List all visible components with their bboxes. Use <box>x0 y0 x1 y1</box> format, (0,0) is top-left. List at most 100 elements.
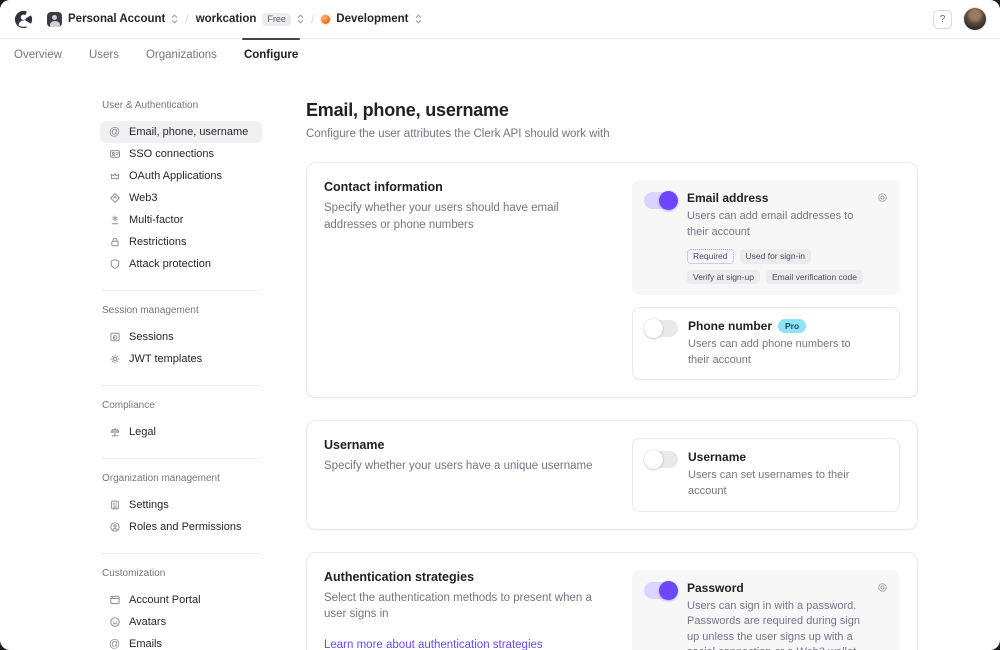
sidebar-item-label: Legal <box>129 426 156 438</box>
sidebar-item-restrictions[interactable]: Restrictions <box>100 231 262 253</box>
sidebar-section-label: Organization management <box>102 473 262 484</box>
sidebar-item-label: JWT templates <box>129 353 202 365</box>
panel-description: Users can add email addresses to their a… <box>687 209 888 240</box>
tab-configure[interactable]: Configure <box>244 39 298 70</box>
sidebar-section-label: Session management <box>102 305 262 316</box>
sidebar-item-jwt-templates[interactable]: JWT templates <box>100 348 262 370</box>
clerk-dashboard-window: Personal Account / workcation Free / Dev… <box>0 0 1000 650</box>
header-actions: ? <box>933 8 986 30</box>
id-card-icon <box>108 148 121 161</box>
sidebar-item-legal[interactable]: Legal <box>100 421 262 443</box>
pro-badge: Pro <box>778 319 806 333</box>
password-toggle[interactable] <box>644 582 677 599</box>
toggle-knob <box>644 450 663 469</box>
toggle-knob <box>644 319 663 338</box>
scales-icon <box>108 426 121 439</box>
sidebar-item-avatars[interactable]: Avatars <box>100 611 262 633</box>
sidebar-section-label: Customization <box>102 568 262 579</box>
help-button[interactable]: ? <box>933 10 952 29</box>
application-switcher-icon[interactable] <box>297 14 304 24</box>
breadcrumb-environment[interactable]: Development <box>321 13 421 25</box>
gear-icon[interactable] <box>876 581 889 594</box>
panel-body: Phone numberProUsers can add phone numbe… <box>688 319 887 368</box>
setting-panel-phone-number: Phone numberProUsers can add phone numbe… <box>632 307 900 380</box>
lock-icon <box>108 236 121 249</box>
card-settings-column: Password Users can sign in with a passwor… <box>632 570 900 650</box>
gear-icon[interactable] <box>876 191 889 204</box>
breadcrumb-account[interactable]: Personal Account <box>47 12 178 27</box>
card-title: Username <box>324 438 598 452</box>
application-name: workcation <box>196 13 257 25</box>
environment-name: Development <box>336 13 408 25</box>
sidebar-section-label: Compliance <box>102 400 262 411</box>
panel-title: Password <box>687 581 744 595</box>
sidebar-item-multi-factor[interactable]: Multi-factor <box>100 209 262 231</box>
card-description-column: Username Specify whether your users have … <box>324 438 602 511</box>
shield-icon <box>108 258 121 271</box>
card-description-column: Contact informationSpecify whether your … <box>324 180 602 380</box>
card-description: Specify whether your users have a unique… <box>324 458 598 475</box>
clerk-logo-icon[interactable] <box>14 10 33 29</box>
breadcrumb-application[interactable]: workcation Free <box>196 13 304 26</box>
content-area: User & Authentication@Email, phone, user… <box>0 70 1000 650</box>
card-authentication-strategies: Authentication strategies Select the auth… <box>306 552 918 650</box>
sidebar-item-email-phone-username[interactable]: @Email, phone, username <box>100 121 262 143</box>
plan-badge: Free <box>262 13 291 26</box>
page-subtitle: Configure the user attributes the Clerk … <box>306 128 918 140</box>
sidebar-item-label: Emails <box>129 638 162 650</box>
user-avatar[interactable] <box>964 8 986 30</box>
sidebar-item-attack-protection[interactable]: Attack protection <box>100 253 262 275</box>
panel-body: Password Users can sign in with a passwor… <box>687 581 888 650</box>
sidebar-item-label: Sessions <box>129 331 174 343</box>
sidebar-item-label: Web3 <box>129 192 158 204</box>
account-switcher-icon[interactable] <box>171 14 178 24</box>
breadcrumb-separator: / <box>311 12 314 26</box>
username-toggle[interactable] <box>645 451 678 468</box>
sidebar-item-settings[interactable]: Settings <box>100 494 262 516</box>
sidebar-item-label: SSO connections <box>129 148 214 160</box>
sidebar-item-emails[interactable]: @ Emails <box>100 633 262 650</box>
sidebar-item-label: Roles and Permissions <box>129 521 242 533</box>
card-contact-information: Contact informationSpecify whether your … <box>306 162 918 398</box>
panel-description: Users can sign in with a password. Passw… <box>687 599 888 650</box>
sidebar-item-sso-connections[interactable]: SSO connections <box>100 143 262 165</box>
building-icon <box>108 499 121 512</box>
page-title: Email, phone, username <box>306 100 918 121</box>
user-circle-icon <box>108 521 121 534</box>
sidebar-item-roles-and-permissions[interactable]: Roles and Permissions <box>100 516 262 538</box>
sidebar-item-label: Restrictions <box>129 236 186 248</box>
toggle-knob <box>659 191 678 210</box>
sidebar-section-label: User & Authentication <box>102 100 262 111</box>
email-address-toggle[interactable] <box>644 192 677 209</box>
tab-overview[interactable]: Overview <box>14 39 62 70</box>
badge-verify-at-sign-up: Verify at sign-up <box>687 270 760 285</box>
sidebar-item-sessions[interactable]: Sessions <box>100 326 262 348</box>
card-title: Authentication strategies <box>324 570 598 584</box>
sidebar-item-label: Email, phone, username <box>129 126 248 138</box>
setting-panel-username: Username Users can set usernames to their… <box>632 438 900 511</box>
sidebar-item-label: Multi-factor <box>129 214 183 226</box>
tab-users[interactable]: Users <box>89 39 119 70</box>
panel-description: Users can set usernames to their account <box>688 468 887 499</box>
environment-switcher-icon[interactable] <box>415 14 422 24</box>
learn-more-link[interactable]: Learn more about authentication strategi… <box>324 639 543 650</box>
sidebar-item-oauth-applications[interactable]: OAuth Applications <box>100 165 262 187</box>
toggle-knob <box>659 581 678 600</box>
panel-badges: RequiredUsed for sign-inVerify at sign-u… <box>687 249 888 284</box>
settings-sidebar: User & Authentication@Email, phone, user… <box>100 100 262 650</box>
setting-panel-email-address: Email addressUsers can add email address… <box>632 180 900 295</box>
at-icon: @ <box>108 638 121 650</box>
account-name: Personal Account <box>68 13 165 25</box>
tab-organizations[interactable]: Organizations <box>146 39 217 70</box>
card-description: Select the authentication methods to pre… <box>324 590 598 623</box>
badge-email-verification-code: Email verification code <box>766 270 863 285</box>
card-settings-column: Email addressUsers can add email address… <box>632 180 900 380</box>
sidebar-item-account-portal[interactable]: Account Portal <box>100 589 262 611</box>
sidebar-item-web3[interactable]: Web3 <box>100 187 262 209</box>
gear-icon <box>108 353 121 366</box>
panel-title: Username <box>688 450 746 464</box>
card-description: Specify whether your users should have e… <box>324 200 598 233</box>
window-refresh-icon <box>108 331 121 344</box>
phone-number-toggle[interactable] <box>645 320 678 337</box>
panel-body: Email addressUsers can add email address… <box>687 191 888 284</box>
